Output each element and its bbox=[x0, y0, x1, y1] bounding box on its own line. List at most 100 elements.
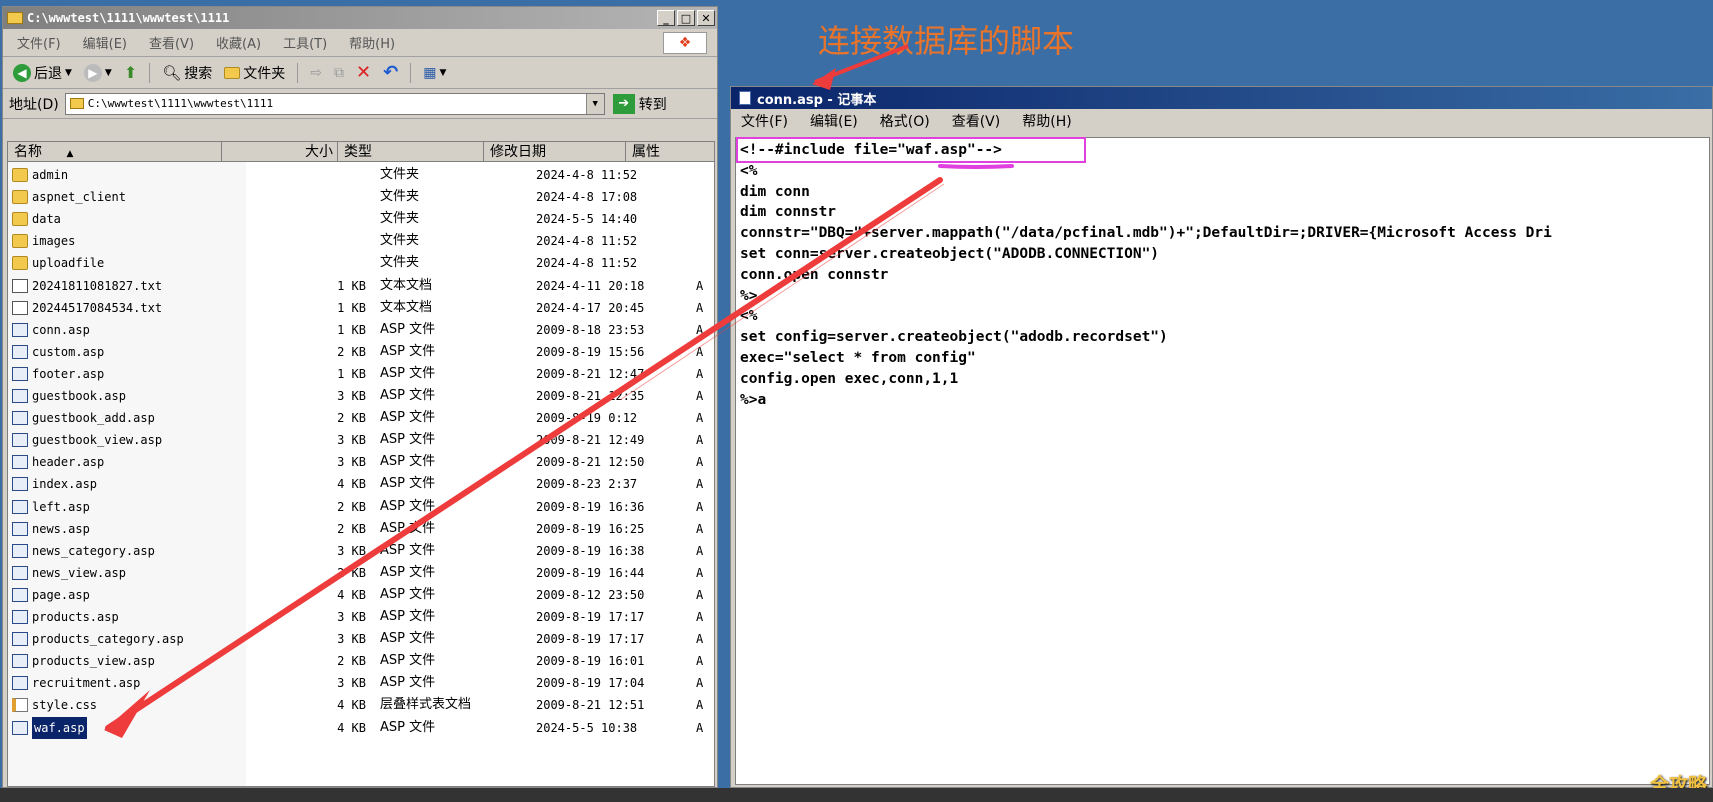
back-button[interactable]: ◀ 后退 ▼ bbox=[9, 63, 76, 83]
file-row[interactable]: aspnet_client 文件夹 2024-4-8 17:08 bbox=[8, 186, 714, 208]
up-folder-button[interactable]: ⬆ bbox=[120, 63, 141, 82]
np-menu-view[interactable]: 查看(V) bbox=[952, 111, 1001, 131]
menu-edit[interactable]: 编辑(E) bbox=[83, 33, 127, 52]
notepad-titlebar[interactable]: conn.asp - 记事本 bbox=[731, 87, 1712, 109]
menu-file[interactable]: 文件(F) bbox=[17, 33, 61, 52]
file-row[interactable]: conn.asp 1 KB ASP 文件 2009-8-18 23:53 A bbox=[8, 319, 714, 341]
file-row[interactable]: waf.asp 4 KB ASP 文件 2024-5-5 10:38 A bbox=[8, 716, 714, 739]
file-name: data bbox=[12, 208, 61, 230]
file-row[interactable]: products.asp 3 KB ASP 文件 2009-8-19 17:17 A bbox=[8, 606, 714, 628]
file-row[interactable]: 20244517084534.txt 1 KB 文本文档 2024-4-17 20:4… bbox=[8, 297, 714, 319]
move-to-button[interactable]: ⇨ bbox=[306, 65, 326, 81]
file-row[interactable]: uploadfile 文件夹 2024-4-8 11:52 bbox=[8, 252, 714, 274]
file-name-text: products_category.asp bbox=[32, 632, 184, 647]
views-button[interactable]: ▦ ▼ bbox=[419, 65, 450, 81]
asp-file-icon bbox=[12, 676, 28, 691]
code-line: %>a bbox=[740, 391, 767, 408]
file-row[interactable]: news_category.asp 3 KB ASP 文件 2009-8-19 16:… bbox=[8, 540, 714, 562]
column-header-type[interactable]: 类型 bbox=[338, 142, 484, 162]
column-header-modified[interactable]: 修改日期 bbox=[484, 142, 626, 162]
file-row[interactable]: index.asp 4 KB ASP 文件 2009-8-23 2:37 A bbox=[8, 473, 714, 495]
file-row[interactable]: header.asp 3 KB ASP 文件 2009-8-21 12:50 A bbox=[8, 451, 714, 473]
file-attributes: A bbox=[696, 587, 704, 602]
undo-button[interactable]: ↶ bbox=[379, 62, 402, 83]
menu-help[interactable]: 帮助(H) bbox=[349, 33, 395, 52]
file-row[interactable]: footer.asp 1 KB ASP 文件 2009-8-21 12:47 A bbox=[8, 363, 714, 385]
annotation-caption: 连接数据库的脚本 bbox=[818, 22, 1075, 60]
toolbar-separator bbox=[410, 62, 412, 83]
minimize-button[interactable]: _ bbox=[657, 10, 675, 26]
asp-file-icon bbox=[12, 499, 28, 514]
forward-button[interactable]: ▶ ▼ bbox=[80, 63, 116, 82]
file-list[interactable]: 名称 ▲ 大小 类型 修改日期 属性 admin 文件夹 2024-4-8 11:5… bbox=[7, 141, 715, 787]
np-menu-help[interactable]: 帮助(H) bbox=[1022, 111, 1071, 131]
folders-button[interactable]: 文件夹 bbox=[220, 63, 289, 83]
explorer-menubar: 文件(F) 编辑(E) 查看(V) 收藏(A) 工具(T) 帮助(H) ❖ bbox=[3, 29, 717, 57]
file-row[interactable]: images 文件夹 2024-4-8 11:52 bbox=[8, 230, 714, 252]
menu-view[interactable]: 查看(V) bbox=[149, 33, 194, 52]
file-modified: 2009-8-21 12:50 bbox=[536, 455, 645, 470]
column-header-name[interactable]: 名称 ▲ bbox=[8, 142, 222, 162]
file-size bbox=[250, 230, 366, 252]
file-name-text: header.asp bbox=[32, 455, 105, 470]
file-row[interactable]: custom.asp 2 KB ASP 文件 2009-8-19 15:56 A bbox=[8, 341, 714, 363]
np-menu-format[interactable]: 格式(O) bbox=[880, 111, 930, 131]
column-name-label: 名称 bbox=[14, 144, 42, 160]
delete-button[interactable]: ✕ bbox=[352, 62, 375, 83]
chevron-down-icon: ▼ bbox=[65, 67, 72, 78]
search-button[interactable]: 🔍︎ 搜索 bbox=[158, 63, 216, 83]
menu-tools[interactable]: 工具(T) bbox=[283, 33, 327, 52]
file-name: admin bbox=[12, 164, 68, 186]
file-row[interactable]: news_view.asp 2 KB ASP 文件 2009-8-19 16:44 A bbox=[8, 562, 714, 584]
file-modified: 2024-4-17 20:45 bbox=[536, 300, 645, 315]
code-line: dim connstr bbox=[740, 204, 837, 221]
column-header-size[interactable]: 大小 bbox=[222, 142, 338, 162]
file-size: 1 KB bbox=[337, 366, 366, 381]
asp-file-icon bbox=[12, 411, 28, 426]
file-type: ASP 文件 bbox=[380, 675, 436, 691]
file-list-header: 名称 ▲ 大小 类型 修改日期 属性 bbox=[8, 142, 714, 162]
file-row[interactable]: 20241811081827.txt 1 KB 文本文档 2024-4-11 20:1… bbox=[8, 275, 714, 297]
file-modified: 2009-8-19 15:56 bbox=[536, 344, 645, 359]
file-row[interactable]: admin 文件夹 2024-4-8 11:52 bbox=[8, 164, 714, 186]
address-input[interactable]: C:\wwwtest\1111\wwwtest\1111 ▼ bbox=[64, 92, 605, 115]
file-type: ASP 文件 bbox=[380, 564, 436, 580]
asp-file-icon bbox=[12, 366, 28, 381]
menu-favorites[interactable]: 收藏(A) bbox=[216, 33, 261, 52]
file-row[interactable]: recruitment.asp 3 KB ASP 文件 2009-8-19 17:04… bbox=[8, 672, 714, 694]
file-row[interactable]: products_category.asp 3 KB ASP 文件 2009-8-19… bbox=[8, 628, 714, 650]
column-header-attributes[interactable]: 属性 bbox=[626, 142, 714, 162]
file-row[interactable]: news.asp 2 KB ASP 文件 2009-8-19 16:25 A bbox=[8, 518, 714, 540]
asp-file-icon bbox=[12, 455, 28, 470]
maximize-button[interactable]: □ bbox=[677, 10, 695, 26]
file-row[interactable]: style.css 4 KB 层叠样式表文档 2009-8-21 12:51 A bbox=[8, 694, 714, 716]
notepad-text-area[interactable]: <!--#include file="waf.asp"--> <% dim conn… bbox=[735, 137, 1710, 785]
folder-file-icon bbox=[12, 256, 28, 271]
file-name-text: guestbook_view.asp bbox=[32, 433, 163, 448]
file-row[interactable]: guestbook_add.asp 2 KB ASP 文件 2009-8-19 0:1… bbox=[8, 407, 714, 429]
file-row[interactable]: page.asp 4 KB ASP 文件 2009-8-12 23:50 A bbox=[8, 584, 714, 606]
file-name: guestbook.asp bbox=[12, 385, 126, 407]
file-row[interactable]: guestbook.asp 3 KB ASP 文件 2009-8-21 12:35 A bbox=[8, 385, 714, 407]
file-name-text: page.asp bbox=[32, 587, 90, 602]
close-button[interactable]: ✕ bbox=[697, 10, 715, 26]
file-row[interactable]: guestbook_view.asp 3 KB ASP 文件 2009-8-21 12… bbox=[8, 429, 714, 451]
asp-file-icon bbox=[12, 477, 28, 492]
copy-to-button[interactable]: ⧉ bbox=[330, 65, 348, 81]
file-attributes: A bbox=[696, 720, 704, 735]
file-type: ASP 文件 bbox=[380, 365, 436, 381]
explorer-titlebar[interactable]: C:\wwwtest\1111\wwwtest\1111 _ □ ✕ bbox=[3, 7, 717, 29]
file-name: guestbook_view.asp bbox=[12, 429, 162, 451]
file-row[interactable]: data 文件夹 2024-5-5 14:40 bbox=[8, 208, 714, 230]
chevron-down-icon[interactable]: ▼ bbox=[585, 93, 604, 114]
go-button[interactable]: ➔ 转到 bbox=[612, 93, 667, 114]
file-type: 层叠样式表文档 bbox=[380, 697, 472, 713]
file-modified: 2024-4-8 11:52 bbox=[536, 168, 638, 182]
file-attributes: A bbox=[696, 565, 704, 580]
np-menu-edit[interactable]: 编辑(E) bbox=[810, 111, 858, 131]
code-line: config.open exec,conn,1,1 bbox=[740, 370, 959, 387]
file-row[interactable]: products_view.asp 2 KB ASP 文件 2009-8-19 16:… bbox=[8, 650, 714, 672]
file-type: 文件夹 bbox=[380, 211, 420, 227]
file-row[interactable]: left.asp 2 KB ASP 文件 2009-8-19 16:36 A bbox=[8, 496, 714, 518]
np-menu-file[interactable]: 文件(F) bbox=[741, 111, 788, 131]
